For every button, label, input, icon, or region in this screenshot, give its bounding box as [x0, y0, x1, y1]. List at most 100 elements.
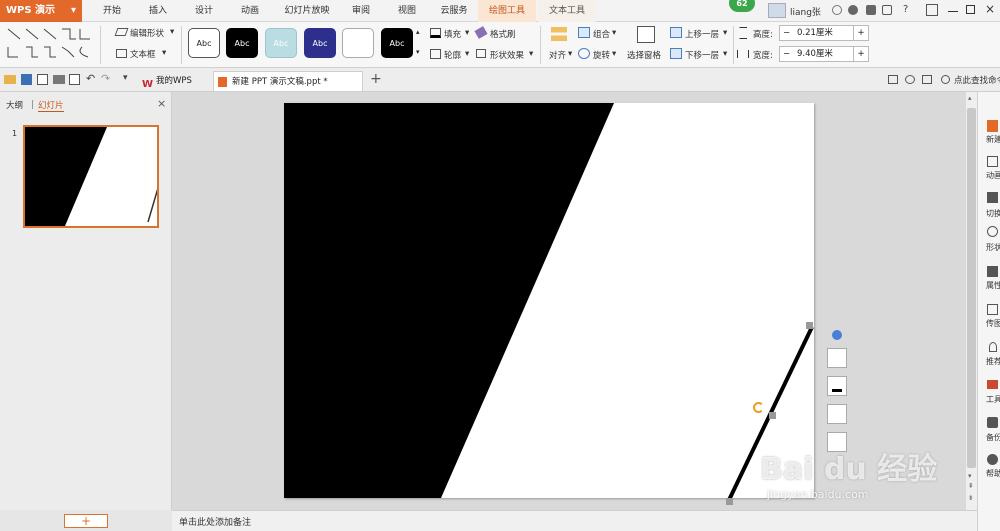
bring-forward-button[interactable]: 上移一层 [685, 28, 719, 40]
style-preset-2[interactable]: Abc [226, 28, 258, 58]
edit-shape-button[interactable]: 编辑形状 [130, 27, 164, 39]
height-increment-button[interactable]: + [853, 25, 869, 41]
print-icon[interactable] [53, 75, 65, 84]
close-icon[interactable]: × [985, 2, 995, 16]
fill-button[interactable]: 填充 [444, 28, 461, 40]
styles-scroll-up-icon[interactable]: ▴ [416, 28, 420, 36]
outline-tool-icon[interactable] [827, 404, 847, 424]
page-down-icon[interactable]: ⇟ [968, 494, 974, 502]
tab-drawing-tools[interactable]: 绘图工具 [478, 0, 536, 22]
shape-style-tool-icon[interactable] [827, 348, 847, 368]
customize-dropdown-icon[interactable]: ▾ [123, 73, 128, 83]
styles-scroll-down-icon[interactable]: ▾ [416, 48, 420, 56]
help-icon[interactable]: ? [903, 4, 908, 15]
task-pane-shapes[interactable]: 形状 [986, 242, 1000, 253]
send-backward-button[interactable]: 下移一层 [685, 49, 719, 61]
tab-my-wps[interactable]: W 我的WPS [138, 71, 192, 91]
text-box-button[interactable]: 文本框 [130, 48, 156, 60]
width-decrement-button[interactable]: − [783, 47, 790, 61]
text-box-arrow[interactable]: ▾ [162, 48, 166, 58]
notes-pane[interactable]: 单击此处添加备注 [172, 510, 977, 531]
minimize-icon[interactable] [948, 11, 958, 12]
shape-effects-button[interactable]: 形状效果 [490, 49, 524, 61]
new-tab-button[interactable]: + [370, 71, 382, 87]
align-button[interactable]: 对齐 [549, 49, 566, 61]
task-pane-properties[interactable]: 属性 [986, 280, 1000, 291]
tab-view[interactable]: 视图 [391, 0, 423, 22]
task-pane-upload[interactable]: 传图 [986, 318, 1000, 329]
tab-slides[interactable]: 幻灯片 [38, 99, 64, 112]
collapse-toolbar-icon[interactable] [832, 330, 842, 340]
slide-canvas[interactable] [284, 103, 814, 501]
scroll-down-icon[interactable]: ▾ [968, 472, 972, 480]
resize-handle-top[interactable] [806, 322, 813, 329]
shapes-gallery[interactable] [4, 25, 96, 63]
resize-handle-bottom[interactable] [726, 498, 733, 505]
fill-tool-icon[interactable] [827, 376, 847, 396]
app-menu-button[interactable]: WPS 演示 ▾ [0, 0, 82, 22]
task-pane-help[interactable]: 帮助 [986, 468, 1000, 479]
command-search-input[interactable]: 点此查找命令 [954, 74, 1000, 86]
task-pane-recommend[interactable]: 推荐 [986, 356, 1000, 367]
view-icon-3[interactable] [922, 75, 932, 84]
add-slide-button[interactable]: + [64, 514, 108, 528]
notes-placeholder[interactable]: 单击此处添加备注 [179, 515, 251, 528]
print-preview-icon[interactable] [69, 74, 80, 85]
undo-icon[interactable]: ↶ [86, 72, 95, 85]
group-arrow[interactable]: ▾ [612, 28, 616, 38]
vertical-scrollbar[interactable]: ▴ ▾ ⇞ ⇟ [966, 92, 977, 510]
group-button[interactable]: 组合 [593, 28, 610, 40]
restore-icon[interactable] [966, 5, 975, 14]
bring-forward-arrow[interactable]: ▾ [723, 28, 727, 38]
outline-arrow[interactable]: ▾ [465, 49, 469, 59]
view-icon-2[interactable] [905, 75, 915, 84]
page-up-icon[interactable]: ⇞ [968, 482, 974, 490]
style-preset-3[interactable]: Abc [265, 28, 297, 58]
open-folder-icon[interactable] [4, 75, 16, 84]
tab-animation[interactable]: 动画 [234, 0, 266, 22]
task-pane-backup[interactable]: 备份 [986, 432, 1000, 443]
export-icon[interactable] [37, 74, 48, 85]
tab-current-document[interactable]: 新建 PPT 演示文稿.ppt * [213, 71, 363, 91]
notification-badge[interactable]: 62 [729, 0, 755, 12]
rotate-button[interactable]: 旋转 [593, 49, 610, 61]
edit-shape-arrow[interactable]: ▾ [170, 27, 174, 37]
format-painter-button[interactable]: 格式刷 [490, 28, 516, 40]
style-preset-5[interactable] [342, 28, 374, 58]
avatar[interactable] [768, 3, 786, 18]
tab-outline[interactable]: 大纲 [6, 99, 23, 111]
tab-text-tools[interactable]: 文本工具 [538, 0, 596, 22]
rotate-handle-icon[interactable] [753, 402, 764, 413]
height-value[interactable]: 0.21厘米 [797, 26, 833, 40]
task-pane-new[interactable]: 新建 [986, 134, 1000, 145]
rotate-arrow[interactable]: ▾ [612, 49, 616, 59]
width-value[interactable]: 9.40厘米 [797, 47, 833, 61]
width-stepper[interactable]: − 9.40厘米 [779, 46, 855, 62]
tab-insert[interactable]: 插入 [142, 0, 174, 22]
close-pane-button[interactable]: × [157, 97, 166, 110]
username[interactable]: liang张 [790, 5, 821, 18]
send-backward-arrow[interactable]: ▾ [723, 49, 727, 59]
scroll-thumb[interactable] [967, 108, 976, 468]
task-pane-animation[interactable]: 动画 [986, 170, 1000, 181]
fill-arrow[interactable]: ▾ [465, 28, 469, 38]
feedback-icon[interactable] [882, 5, 892, 15]
selection-pane-button[interactable]: 选择窗格 [627, 49, 661, 61]
tab-slideshow[interactable]: 幻灯片放映 [280, 0, 334, 22]
skin-icon[interactable] [848, 5, 858, 15]
style-preset-4[interactable]: Abc [304, 28, 336, 58]
view-icon-1[interactable] [888, 75, 898, 84]
scroll-up-icon[interactable]: ▴ [968, 94, 972, 102]
save-icon[interactable] [21, 74, 32, 85]
style-preset-1[interactable]: Abc [188, 28, 220, 58]
task-pane-tools[interactable]: 工具 [986, 394, 1000, 405]
task-pane-transition[interactable]: 切换 [986, 208, 1000, 219]
tab-review[interactable]: 审阅 [345, 0, 377, 22]
settings-icon[interactable] [866, 5, 876, 15]
outline-button[interactable]: 轮廓 [444, 49, 461, 61]
tab-design[interactable]: 设计 [188, 0, 220, 22]
shape-effects-arrow[interactable]: ▾ [529, 49, 533, 59]
tab-cloud[interactable]: 云服务 [434, 0, 474, 22]
user-dropdown-icon[interactable] [832, 5, 842, 15]
width-increment-button[interactable]: + [853, 46, 869, 62]
